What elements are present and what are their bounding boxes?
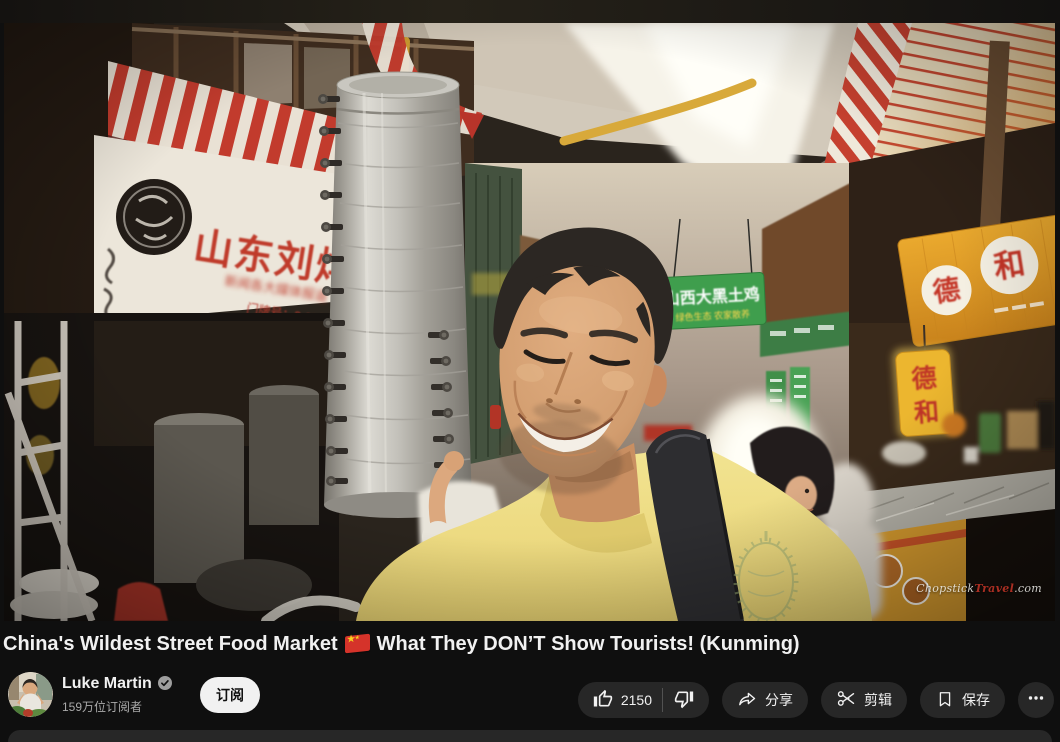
subscriber-count: 159万位订阅者 [62,698,142,715]
verified-check-icon [158,676,172,695]
more-options-icon [1027,689,1045,712]
bookmark-icon [935,689,955,712]
action-bar: 2150 分享 剪辑 保存 [578,682,1054,718]
save-label: 保存 [962,690,990,710]
share-arrow-icon [737,688,758,712]
china-flag-icon: ★★ [345,634,370,654]
thumb-down-icon [674,689,694,712]
more-options-button[interactable] [1018,682,1054,718]
video-title-part2: What They DON’T Show Tourists! (Kunming) [377,633,800,655]
video-player[interactable]: 山东刘烨 新闻各大媒体报道 门牌号：3-27号 [4,23,1055,621]
share-label: 分享 [765,690,793,710]
clip-label: 剪辑 [864,690,892,710]
video-title: China's Wildest Street Food Market ★★ What… [3,631,1053,657]
watermark-text-1: Chopstick [916,582,974,595]
scissors-icon [836,688,857,712]
save-button[interactable]: 保存 [920,682,1005,718]
channel-watermark: ChopstickTravel.com [916,582,1042,595]
description-box[interactable] [8,730,1052,742]
watermark-text-2: Travel [974,582,1014,595]
vignette [4,23,1055,621]
like-button[interactable]: 2150 [578,682,662,718]
watermark-text-3: .com [1014,582,1042,595]
channel-name-text: Luke Martin [62,675,152,692]
subscribe-button[interactable]: 订阅 [200,677,260,713]
ambient-top-glow [0,0,1060,23]
channel-name[interactable]: Luke Martin [62,675,172,695]
clip-button[interactable]: 剪辑 [821,682,907,718]
dislike-button[interactable] [663,682,709,718]
video-title-part1: China's Wildest Street Food Market [3,633,338,655]
like-count: 2150 [621,692,652,708]
thumb-up-icon [593,689,613,712]
share-button[interactable]: 分享 [722,682,808,718]
watch-page: 山东刘烨 新闻各大媒体报道 门牌号：3-27号 [0,0,1060,742]
video-frame-scene: 山东刘烨 新闻各大媒体报道 门牌号：3-27号 [4,23,1055,621]
channel-avatar[interactable] [8,672,53,717]
like-dislike-pill: 2150 [578,682,709,718]
avatar-image [8,672,53,717]
